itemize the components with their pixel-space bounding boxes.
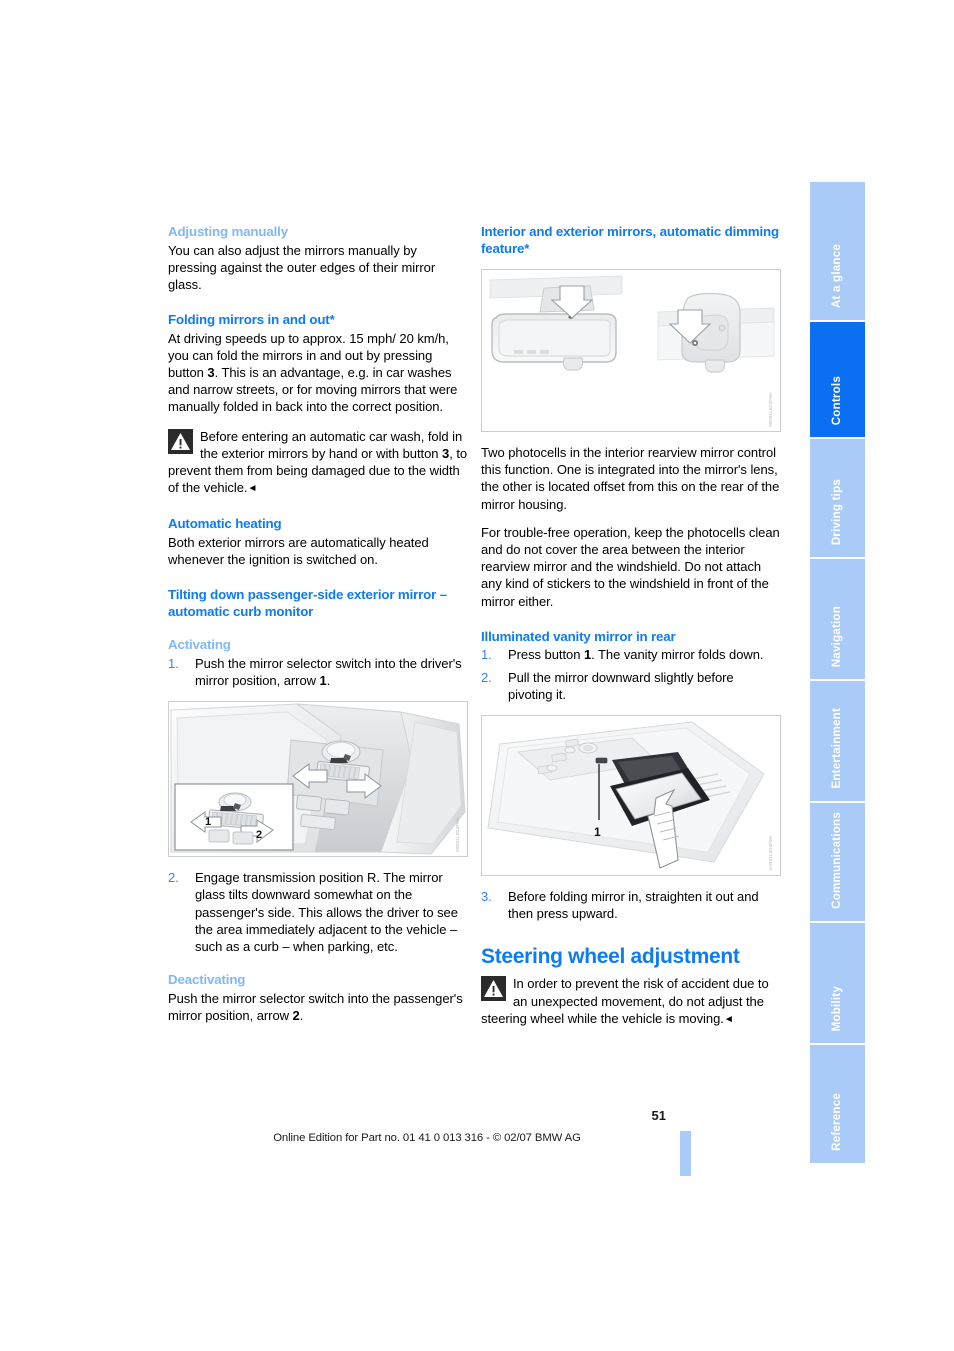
folding-button-number: 3 [207, 365, 215, 381]
manual-page: Adjusting manually You can also adjust t… [0, 0, 954, 1351]
step-text: Before folding mirror in, straighten it … [508, 888, 759, 922]
figure-mirror-selector-switch: 1 2 MIR01LSD4FMA [168, 701, 468, 858]
deactivating-text-part-b: . [299, 1007, 304, 1023]
warning-end-marker: ◄ [723, 1013, 734, 1025]
paragraph-adjusting-manually: You can also adjust the mirrors manually… [168, 242, 436, 292]
deactivating-arrow-number: 2 [292, 1007, 300, 1023]
list-item: 1. Push the mirror selector switch into t… [168, 655, 468, 689]
footer-edition-notice: Online Edition for Part no. 01 41 0 013 … [273, 1132, 581, 1144]
paragraph-photocells-2: For trouble-free operation, keep the pho… [481, 524, 780, 609]
heading-folding-mirrors: Folding mirrors in and out* [168, 312, 335, 328]
warning-car-wash: Before entering an automatic car wash, f… [168, 428, 468, 498]
step-text-part-a: Press button [508, 647, 584, 663]
steps-activating-continued: 2. Engage transmission position R. The mi… [168, 869, 468, 955]
warning-end-marker: ◄ [247, 483, 258, 495]
tab-communications[interactable]: Communications [810, 803, 865, 923]
tab-label: Mobility [829, 985, 843, 1031]
paragraph-folding-mirrors: At driving speeds up to approx. 15 mph/ … [168, 330, 468, 416]
figure-callout-2: 2 [256, 829, 262, 841]
heading-automatic-heating: Automatic heating [168, 516, 282, 532]
heading-adjusting-manually: Adjusting manually [168, 224, 288, 239]
heading-steering-wheel-adjustment: Steering wheel adjustment [481, 945, 740, 969]
vanity-mirror-illustration: 1 [482, 715, 780, 875]
steps-activating: 1. Push the mirror selector switch into t… [168, 655, 468, 689]
tab-entertainment[interactable]: Entertainment [810, 681, 865, 803]
list-item: 2. Engage transmission position R. The mi… [168, 869, 468, 955]
step-arrow-number: 1 [319, 673, 327, 689]
tab-label: Communications [829, 812, 843, 909]
rearview-mirror-illustration [482, 270, 780, 431]
list-item: 2. Pull the mirror downward slightly befo… [481, 669, 781, 703]
chapter-index-tabs: At a glance Controls Driving tips Naviga… [810, 182, 865, 1163]
steps-vanity-mirror-continued: 3. Before folding mirror in, straighten i… [481, 888, 781, 922]
figure-credit: MIR01LSD4FMA [767, 392, 773, 427]
tab-driving-tips[interactable]: Driving tips [810, 439, 865, 559]
tab-label: At a glance [829, 243, 843, 308]
tab-at-a-glance[interactable]: At a glance [810, 182, 865, 322]
heading-illuminated-vanity-mirror: Illuminated vanity mirror in rear [481, 628, 676, 644]
tab-reference[interactable]: Reference [810, 1045, 865, 1163]
figure-credit: MIR01LSD4FMA [454, 817, 460, 853]
warning-triangle-icon [168, 428, 193, 454]
heading-deactivating: Deactivating [168, 972, 246, 988]
paragraph-photocells-1: Two photocells in the interior rearview … [481, 445, 780, 512]
list-number: 3. [481, 888, 492, 904]
tab-mobility[interactable]: Mobility [810, 923, 865, 1045]
list-number: 1. [481, 647, 492, 663]
warning-text-part-a: Before entering an automatic car wash, f… [200, 428, 463, 461]
list-item: 1. Press button 1. The vanity mirror fold… [481, 646, 781, 663]
tab-label: Driving tips [829, 478, 843, 545]
door-panel-illustration: 1 2 [169, 702, 467, 857]
tab-label: Entertainment [829, 708, 843, 789]
warning-steering-wheel: In order to prevent the risk of accident… [481, 975, 781, 1028]
figure-callout-1: 1 [205, 816, 211, 828]
heading-activating: Activating [168, 637, 231, 653]
warning-triangle-icon [481, 976, 506, 1002]
list-number: 2. [168, 870, 179, 886]
figure-vanity-mirror: 1 VAN01LSD4FMA [481, 714, 781, 876]
list-item: 3. Before folding mirror in, straighten i… [481, 888, 781, 922]
step-text-part-b: . The vanity mirror folds down. [591, 647, 764, 663]
tab-label: Controls [829, 375, 843, 425]
tab-label: Navigation [829, 605, 843, 667]
deactivating-text-part-a: Push the mirror selector switch into the… [168, 990, 463, 1023]
list-number: 1. [168, 655, 179, 671]
paragraph-deactivating: Push the mirror selector switch into the… [168, 990, 468, 1024]
paragraph-automatic-heating: Both exterior mirrors are automatically … [168, 534, 429, 568]
steps-vanity-mirror: 1. Press button 1. The vanity mirror fold… [481, 646, 781, 703]
heading-auto-dimming-mirrors: Interior and exterior mirrors, automatic… [481, 224, 779, 256]
step-text: Engage transmission position R. The mirr… [195, 870, 458, 955]
step-text: Pull the mirror downward slightly before… [508, 669, 734, 702]
left-text-column: Adjusting manually You can also adjust t… [168, 224, 468, 1024]
tab-navigation[interactable]: Navigation [810, 559, 865, 681]
page-number: 51 [651, 1108, 666, 1123]
figure-credit: VAN01LSD4FMA [767, 835, 773, 871]
figure-callout-1: 1 [594, 825, 601, 839]
figure-mirror-photocells: MIR01LSD4FMA [481, 269, 781, 432]
list-number: 2. [481, 669, 492, 685]
heading-tilting-down-mirror: Tilting down passenger-side exterior mir… [168, 587, 447, 619]
tab-controls[interactable]: Controls [810, 322, 865, 439]
right-text-column: Interior and exterior mirrors, automatic… [481, 224, 781, 1028]
step-text-part-b: . [326, 673, 331, 689]
